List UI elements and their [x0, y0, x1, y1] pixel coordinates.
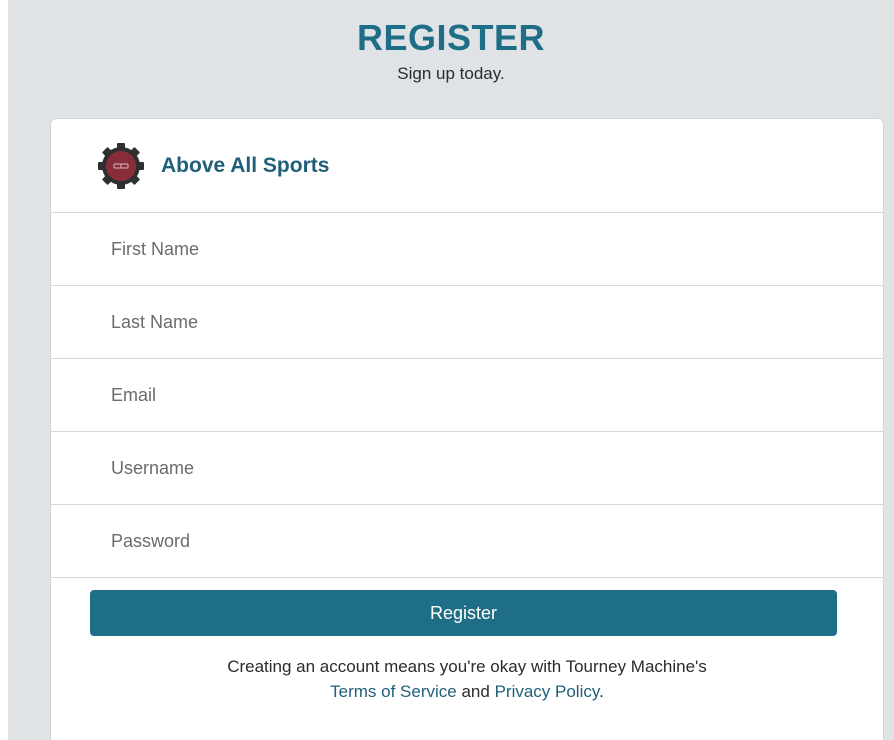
terms-prefix: Creating an account means you're okay wi… [227, 657, 707, 676]
terms-suffix: . [599, 682, 604, 701]
privacy-policy-link[interactable]: Privacy Policy [495, 682, 600, 701]
terms-of-service-link[interactable]: Terms of Service [330, 682, 457, 701]
username-row [51, 432, 883, 505]
page-subtitle: Sign up today. [397, 64, 505, 83]
register-button[interactable]: Register [90, 590, 837, 636]
organization-row: Above All Sports [51, 119, 883, 213]
email-row [51, 359, 883, 432]
last-name-input[interactable] [51, 286, 883, 358]
page-title: REGISTER [356, 17, 546, 58]
last-name-row [51, 286, 883, 359]
first-name-row [51, 213, 883, 286]
password-row [51, 505, 883, 578]
username-input[interactable] [51, 432, 883, 504]
terms-and-text: and [456, 682, 495, 701]
password-input[interactable] [51, 505, 883, 577]
email-input[interactable] [51, 359, 883, 431]
terms-notice: Creating an account means you're okay wi… [51, 654, 883, 704]
organization-name: Above All Sports [161, 153, 330, 177]
left-edge-strip [0, 0, 8, 740]
first-name-input[interactable] [51, 213, 883, 285]
register-button-wrap: Register [51, 578, 883, 636]
register-card: Above All Sports Register Creating an ac… [50, 118, 884, 740]
gear-badge-icon [98, 142, 144, 189]
page-header: REGISTER Sign up today. [8, 0, 894, 84]
